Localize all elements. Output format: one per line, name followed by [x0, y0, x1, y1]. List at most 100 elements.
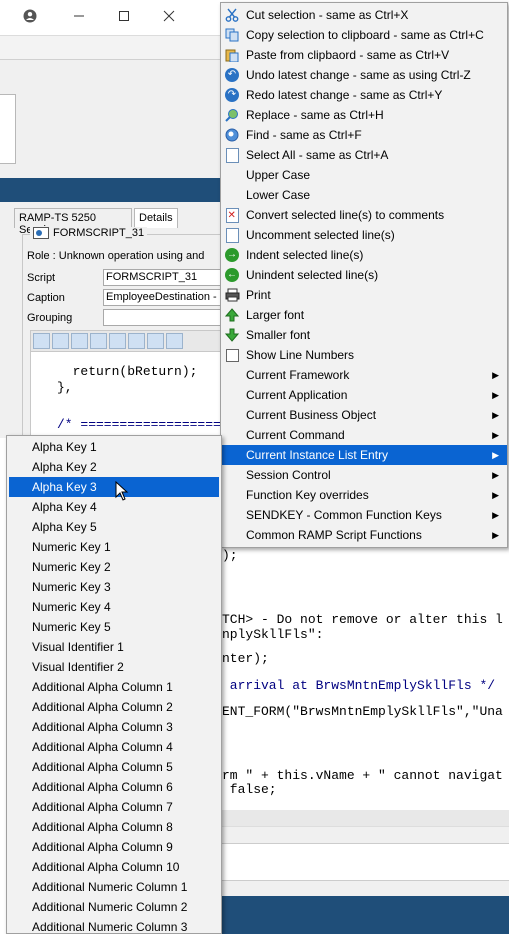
- submenu-arrow-icon: ▶: [492, 490, 499, 500]
- tab-details[interactable]: Details: [134, 208, 178, 228]
- paste-icon[interactable]: [52, 333, 69, 349]
- tab-ramp-session[interactable]: RAMP-TS 5250 Session: [14, 208, 132, 236]
- menu-item-cut[interactable]: Cut selection - same as Ctrl+X: [221, 5, 507, 25]
- submenu-item-additional-alpha-4[interactable]: Additional Alpha Column 4: [9, 737, 219, 757]
- menu-item-smaller-font[interactable]: Smaller font: [221, 325, 507, 345]
- caption-field[interactable]: EmployeeDestination - I: [103, 289, 222, 306]
- menu-item-current-framework[interactable]: Current Framework ▶: [221, 365, 507, 385]
- menu-item-current-command[interactable]: Current Command ▶: [221, 425, 507, 445]
- menu-item-print[interactable]: Print: [221, 285, 507, 305]
- menu-item-label: Lower Case: [246, 188, 311, 202]
- minimize-icon[interactable]: [65, 4, 93, 28]
- submenu-item-alpha-key-5[interactable]: Alpha Key 5: [9, 517, 219, 537]
- close-icon[interactable]: [155, 4, 183, 28]
- submenu-item-visual-identifier-2[interactable]: Visual Identifier 2: [9, 657, 219, 677]
- script-field[interactable]: FORMSCRIPT_31: [103, 269, 222, 286]
- code-editor[interactable]: return(bReturn); }, /* =================…: [30, 352, 229, 438]
- smaller-font-icon: [224, 327, 240, 343]
- submenu-item-additional-alpha-7[interactable]: Additional Alpha Column 7: [9, 797, 219, 817]
- script-label: Script: [27, 272, 56, 284]
- checkbox-icon: [224, 347, 240, 363]
- menu-item-larger-font[interactable]: Larger font: [221, 305, 507, 325]
- submenu-item-additional-numeric-3[interactable]: Additional Numeric Column 3: [9, 917, 219, 933]
- menu-item-label: Smaller font: [246, 328, 311, 342]
- submenu-item-visual-identifier-1[interactable]: Visual Identifier 1: [9, 637, 219, 657]
- maximize-icon[interactable]: [110, 4, 138, 28]
- submenu-item-alpha-key-2[interactable]: Alpha Key 2: [9, 457, 219, 477]
- menu-item-show-line-numbers[interactable]: Show Line Numbers: [221, 345, 507, 365]
- horizontal-scrollbar[interactable]: [222, 810, 509, 826]
- menu-item-redo[interactable]: ↷ Redo latest change - same as Ctrl+Y: [221, 85, 507, 105]
- menu-item-label: Unindent selected line(s): [246, 268, 379, 282]
- submenu-item-additional-numeric-2[interactable]: Additional Numeric Column 2: [9, 897, 219, 917]
- submenu-item-additional-numeric-1[interactable]: Additional Numeric Column 1: [9, 877, 219, 897]
- select-all-icon: [224, 147, 240, 163]
- menu-item-unindent[interactable]: ← Unindent selected line(s): [221, 265, 507, 285]
- menu-item-label: SENDKEY - Common Function Keys: [246, 508, 442, 522]
- menu-item-sendkey[interactable]: SENDKEY - Common Function Keys ▶: [221, 505, 507, 525]
- menu-item-label: Upper Case: [246, 168, 311, 182]
- submenu-item-numeric-key-4[interactable]: Numeric Key 4: [9, 597, 219, 617]
- menu-item-paste[interactable]: Paste from clipbaord - same as Ctrl+V: [221, 45, 507, 65]
- submenu-item-additional-alpha-1[interactable]: Additional Alpha Column 1: [9, 677, 219, 697]
- menu-item-find[interactable]: Find - same as Ctrl+F: [221, 125, 507, 145]
- submenu-item-additional-alpha-3[interactable]: Additional Alpha Column 3: [9, 717, 219, 737]
- submenu-item-numeric-key-2[interactable]: Numeric Key 2: [9, 557, 219, 577]
- submenu-item-additional-alpha-10[interactable]: Additional Alpha Column 10: [9, 857, 219, 877]
- find-icon[interactable]: [147, 333, 164, 349]
- menu-item-uncomment[interactable]: Uncomment selected line(s): [221, 225, 507, 245]
- user-account-icon[interactable]: [16, 4, 44, 28]
- submenu-item-alpha-key-3[interactable]: Alpha Key 3: [9, 477, 219, 497]
- cut-icon[interactable]: [71, 333, 88, 349]
- menu-item-label: Function Key overrides: [246, 488, 369, 502]
- menu-item-current-application[interactable]: Current Application ▶: [221, 385, 507, 405]
- menu-item-comment[interactable]: Convert selected line(s) to comments: [221, 205, 507, 225]
- submenu-item-additional-alpha-5[interactable]: Additional Alpha Column 5: [9, 757, 219, 777]
- menu-item-session-control[interactable]: Session Control ▶: [221, 465, 507, 485]
- instance-list-submenu: Alpha Key 1 Alpha Key 2 Alpha Key 3 Alph…: [6, 435, 222, 934]
- copy-icon[interactable]: [33, 333, 50, 349]
- menu-item-replace[interactable]: Replace - same as Ctrl+H: [221, 105, 507, 125]
- submenu-item-alpha-key-4[interactable]: Alpha Key 4: [9, 497, 219, 517]
- menu-item-label: Current Application: [246, 388, 348, 402]
- submenu-item-alpha-key-1[interactable]: Alpha Key 1: [9, 437, 219, 457]
- submenu-item-additional-alpha-8[interactable]: Additional Alpha Column 8: [9, 817, 219, 837]
- code-line: ENT_FORM("BrwsMntnEmplySkllFls","Una: [222, 704, 503, 719]
- menu-item-upper-case[interactable]: Upper Case: [221, 165, 507, 185]
- code-line: },: [57, 380, 73, 395]
- grouping-field[interactable]: [103, 309, 222, 326]
- submenu-item-additional-alpha-9[interactable]: Additional Alpha Column 9: [9, 837, 219, 857]
- menu-item-indent[interactable]: → Indent selected line(s): [221, 245, 507, 265]
- submenu-item-numeric-key-1[interactable]: Numeric Key 1: [9, 537, 219, 557]
- unindent-icon: ←: [225, 268, 239, 282]
- menu-strip: [0, 36, 222, 60]
- menu-item-function-key-overrides[interactable]: Function Key overrides ▶: [221, 485, 507, 505]
- code-line: return(bReturn);: [57, 364, 198, 379]
- submenu-arrow-icon: ▶: [492, 430, 499, 440]
- menu-item-common-ramp-functions[interactable]: Common RAMP Script Functions ▶: [221, 525, 507, 545]
- select-all-icon[interactable]: [128, 333, 145, 349]
- upper-panel: [0, 60, 222, 178]
- submenu-arrow-icon: ▶: [492, 470, 499, 480]
- context-menu: Cut selection - same as Ctrl+X Copy sele…: [220, 2, 508, 548]
- undo-icon[interactable]: [90, 333, 107, 349]
- footer-band: [222, 896, 509, 934]
- menu-item-label: Common RAMP Script Functions: [246, 528, 422, 542]
- menu-item-label: Current Instance List Entry: [246, 448, 389, 462]
- submenu-arrow-icon: ▶: [492, 370, 499, 380]
- submenu-item-additional-alpha-2[interactable]: Additional Alpha Column 2: [9, 697, 219, 717]
- menu-item-current-instance-list-entry[interactable]: Current Instance List Entry ▶: [221, 445, 507, 465]
- menu-item-select-all[interactable]: Select All - same as Ctrl+A: [221, 145, 507, 165]
- redo-icon[interactable]: [109, 333, 126, 349]
- submenu-item-numeric-key-5[interactable]: Numeric Key 5: [9, 617, 219, 637]
- copy-icon: [224, 27, 240, 43]
- submenu-item-additional-alpha-6[interactable]: Additional Alpha Column 6: [9, 777, 219, 797]
- menu-item-undo[interactable]: ↶ Undo latest change - same as using Ctr…: [221, 65, 507, 85]
- submenu-item-numeric-key-3[interactable]: Numeric Key 3: [9, 577, 219, 597]
- menu-item-label: Cut selection - same as Ctrl+X: [246, 8, 409, 22]
- replace-icon[interactable]: [166, 333, 183, 349]
- menu-item-copy[interactable]: Copy selection to clipboard - same as Ct…: [221, 25, 507, 45]
- menu-item-current-business-object[interactable]: Current Business Object ▶: [221, 405, 507, 425]
- menu-item-lower-case[interactable]: Lower Case: [221, 185, 507, 205]
- code-editor-right[interactable]: ); TCH> - Do not remove or alter this l …: [222, 548, 509, 810]
